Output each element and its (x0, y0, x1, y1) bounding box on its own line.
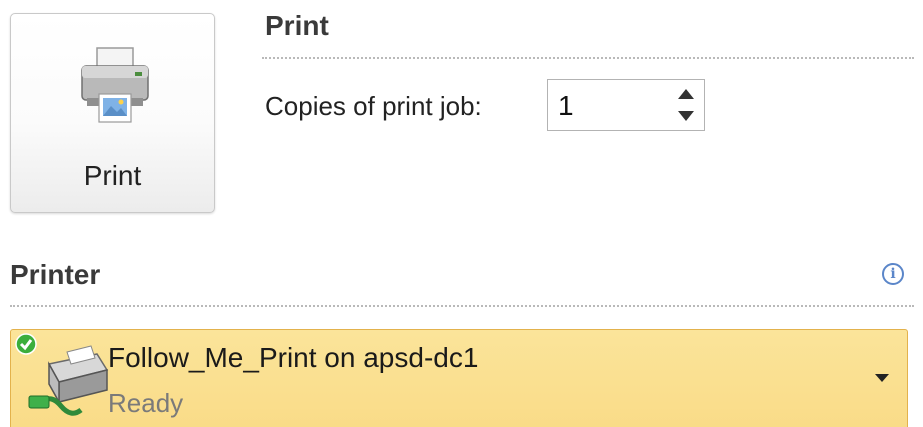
spin-down-arrow-icon[interactable] (678, 111, 694, 121)
print-section-divider (262, 57, 914, 59)
selected-printer-name: Follow_Me_Print on apsd-dc1 (108, 342, 479, 373)
copies-stepper[interactable]: 1 (547, 79, 705, 131)
selected-printer-status: Ready (108, 388, 184, 418)
ready-check-icon (15, 333, 37, 355)
printer-select-dropdown[interactable]: Follow_Me_Print on apsd-dc1 Ready (10, 329, 908, 427)
printer-section-divider (10, 305, 914, 307)
print-button-label: Print (83, 160, 142, 191)
info-icon[interactable]: i (882, 263, 904, 285)
printer-icon (81, 47, 149, 123)
spin-up-arrow-icon[interactable] (678, 89, 694, 99)
print-settings-panel: Print Print Copies of print job: 1 Print… (0, 0, 923, 427)
copies-label: Copies of print job: (265, 91, 482, 121)
chevron-down-icon[interactable] (875, 374, 889, 382)
copies-value[interactable]: 1 (558, 90, 574, 122)
print-section-title: Print (265, 10, 329, 41)
print-button[interactable]: Print (10, 13, 215, 213)
printer-section-title: Printer (10, 259, 101, 290)
